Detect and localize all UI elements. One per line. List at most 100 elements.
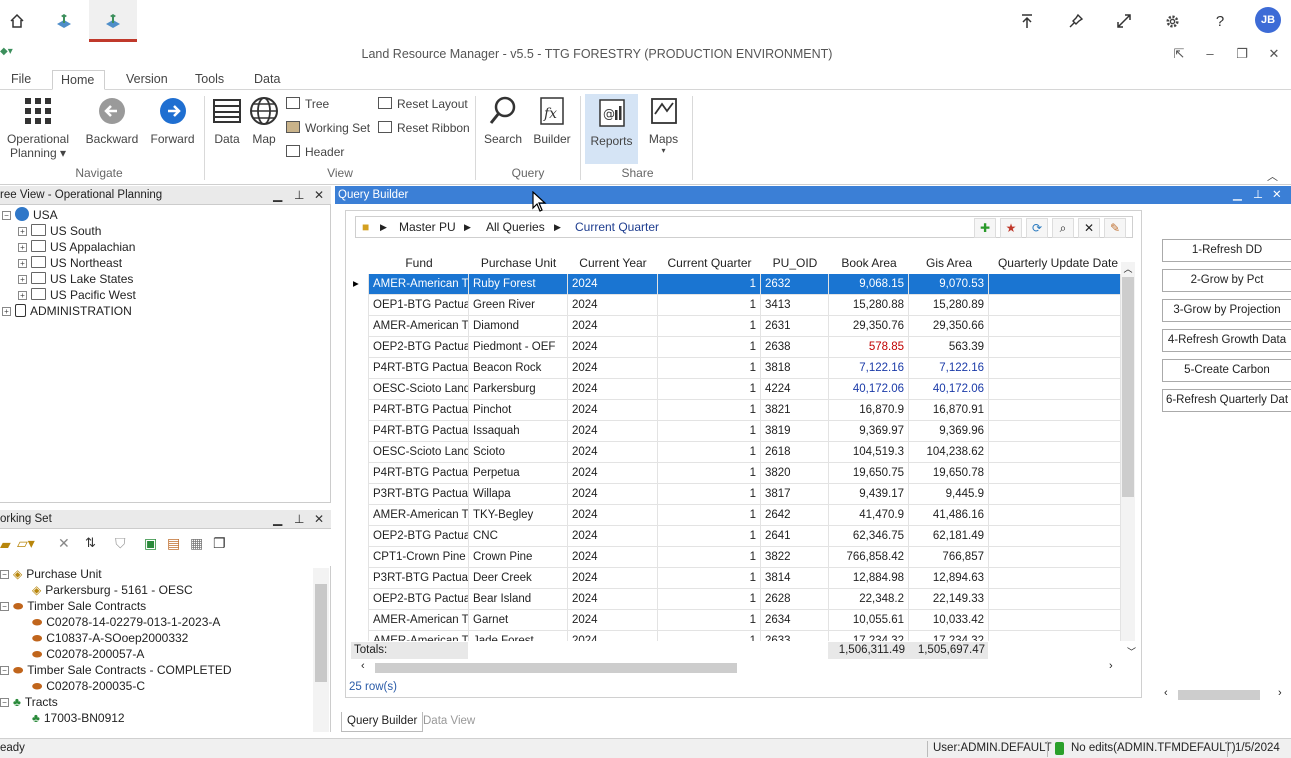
table-row[interactable]: OEP2-BTG Pactua CNC 2024 1 2641 62,346.75 62,1… [349,526,1121,547]
ws-item-tract-1[interactable]: ♣ 17003-BN0912 [32,710,125,726]
cell-gis-area[interactable]: 9,445.9 [909,484,989,505]
row-selector[interactable] [349,295,369,316]
scrollbar-thumb[interactable] [1122,277,1134,497]
cell-current-year[interactable]: 2024 [568,295,658,316]
cell-purchase-unit[interactable]: Scioto [469,442,568,463]
cell-purchase-unit[interactable]: Parkersburg [469,379,568,400]
table-row[interactable]: P4RT-BTG Pactua Issaquah 2024 1 3819 9,369.97… [349,421,1121,442]
cell-gis-area[interactable]: 15,280.89 [909,295,989,316]
cell-purchase-unit[interactable]: Pinchot [469,400,568,421]
cell-quarterly-update-date[interactable] [989,589,1121,610]
cell-gis-area[interactable]: 29,350.66 [909,316,989,337]
row-selector[interactable] [349,631,369,641]
cell-quarterly-update-date[interactable] [989,295,1121,316]
cell-purchase-unit[interactable]: Ruby Forest [469,274,568,295]
cell-current-year[interactable]: 2024 [568,568,658,589]
tree-item-us-lake-states[interactable]: + US Lake States [18,271,133,287]
menu-tools[interactable]: Tools [187,70,232,90]
cell-gis-area[interactable]: 9,070.53 [909,274,989,295]
cell-pu-oid[interactable]: 4224 [761,379,829,400]
cell-fund[interactable]: OESC-Scioto Land [369,379,469,400]
cell-book-area[interactable]: 17,234.32 [829,631,909,641]
scrollbar-thumb[interactable] [375,663,737,673]
row-indicator-icon[interactable]: ▸ [349,274,369,295]
cell-book-area[interactable]: 766,858.42 [829,547,909,568]
cell-fund[interactable]: AMER-American T [369,316,469,337]
pin-panel-icon[interactable]: ⊥ [1253,186,1263,204]
cell-pu-oid[interactable]: 3821 [761,400,829,421]
ws-item-timber-sale-contracts[interactable]: − ⬬ Timber Sale Contracts [0,598,146,614]
table-row[interactable]: P4RT-BTG Pactua Pinchot 2024 1 3821 16,870.9 1… [349,400,1121,421]
cell-pu-oid[interactable]: 2642 [761,505,829,526]
cell-quarterly-update-date[interactable] [989,274,1121,295]
cell-fund[interactable]: P4RT-BTG Pactua [369,463,469,484]
ws-item-contract-3[interactable]: ⬬ C02078-200057-A [32,646,144,662]
cell-quarterly-update-date[interactable] [989,379,1121,400]
cell-fund[interactable]: AMER-American T [369,505,469,526]
cell-current-quarter[interactable]: 1 [658,463,761,484]
tree-toggle[interactable]: Tree [286,95,329,113]
maps-button[interactable]: Maps ▾ [641,94,686,155]
cell-purchase-unit[interactable]: Garnet [469,610,568,631]
gear-icon[interactable] [1159,8,1185,34]
cell-quarterly-update-date[interactable] [989,316,1121,337]
cell-pu-oid[interactable]: 3820 [761,463,829,484]
table-row[interactable]: P3RT-BTG Pactua Willapa 2024 1 3817 9,439.17 9… [349,484,1121,505]
grow-by-pct-button[interactable]: 2-Grow by Pct [1162,269,1291,292]
table-row[interactable]: OEP2-BTG Pactua Piedmont - OEF 2024 1 2638 57… [349,337,1121,358]
cell-book-area[interactable]: 29,350.76 [829,316,909,337]
forward-button[interactable]: Forward [145,94,200,146]
tree-item-administration[interactable]: + ADMINISTRATION [2,303,132,319]
cell-current-quarter[interactable]: 1 [658,316,761,337]
home-icon[interactable] [4,8,30,34]
ws-item-completed-contract[interactable]: ⬬ C02078-200035-C [32,678,145,694]
cell-pu-oid[interactable]: 2638 [761,337,829,358]
refresh-growth-data-button[interactable]: 4-Refresh Growth Data [1162,329,1291,352]
cell-gis-area[interactable]: 9,369.96 [909,421,989,442]
refresh-quarterly-data-button[interactable]: 6-Refresh Quarterly Dat [1162,389,1291,412]
menu-file[interactable]: File [3,70,39,90]
favorite-star-icon[interactable]: ★ [1000,218,1022,238]
row-selector[interactable] [349,442,369,463]
cell-pu-oid[interactable]: 2618 [761,442,829,463]
cell-quarterly-update-date[interactable] [989,547,1121,568]
tree-item-usa[interactable]: − USA [2,207,58,223]
tools-icon[interactable]: ✕ [1078,218,1100,238]
cell-book-area[interactable]: 7,122.16 [829,358,909,379]
cell-book-area[interactable]: 10,055.61 [829,610,909,631]
filter-icon[interactable]: ⛉ [115,535,126,552]
cell-purchase-unit[interactable]: CNC [469,526,568,547]
column-header-gis-area[interactable]: Gis Area [909,252,989,274]
cell-gis-area[interactable]: 41,486.16 [909,505,989,526]
cell-gis-area[interactable]: 12,894.63 [909,568,989,589]
cell-gis-area[interactable]: 563.39 [909,337,989,358]
reports-button[interactable]: @ Reports [585,94,638,164]
cell-book-area[interactable]: 9,068.15 [829,274,909,295]
cell-gis-area[interactable]: 19,650.78 [909,463,989,484]
cell-current-quarter[interactable]: 1 [658,610,761,631]
refresh-dd-button[interactable]: 1-Refresh DD [1162,239,1291,262]
pin-icon[interactable] [1063,8,1089,34]
ws-item-purchase-unit[interactable]: − ◈ Purchase Unit [0,566,102,582]
report-list-icon[interactable]: ▦ [190,535,203,552]
cell-fund[interactable]: OEP2-BTG Pactua [369,526,469,547]
cell-purchase-unit[interactable]: Diamond [469,316,568,337]
cell-book-area[interactable]: 578.85 [829,337,909,358]
cell-purchase-unit[interactable]: Piedmont - OEF [469,337,568,358]
cell-purchase-unit[interactable]: Green River [469,295,568,316]
header-toggle[interactable]: Header [286,143,344,161]
cell-fund[interactable]: P4RT-BTG Pactua [369,358,469,379]
cell-purchase-unit[interactable]: Perpetua [469,463,568,484]
table-row[interactable]: OESC-Scioto Land Scioto 2024 1 2618 104,519.3… [349,442,1121,463]
cell-current-year[interactable]: 2024 [568,316,658,337]
column-header-book-area[interactable]: Book Area [829,252,909,274]
cell-quarterly-update-date[interactable] [989,442,1121,463]
cell-current-quarter[interactable]: 1 [658,505,761,526]
cell-quarterly-update-date[interactable] [989,484,1121,505]
column-header-purchase-unit[interactable]: Purchase Unit [469,252,568,274]
tree-item-us-appalachian[interactable]: + US Appalachian [18,239,135,255]
row-selector[interactable] [349,505,369,526]
cell-gis-area[interactable]: 62,181.49 [909,526,989,547]
cell-fund[interactable]: P3RT-BTG Pactua [369,484,469,505]
cell-fund[interactable]: OESC-Scioto Land [369,442,469,463]
